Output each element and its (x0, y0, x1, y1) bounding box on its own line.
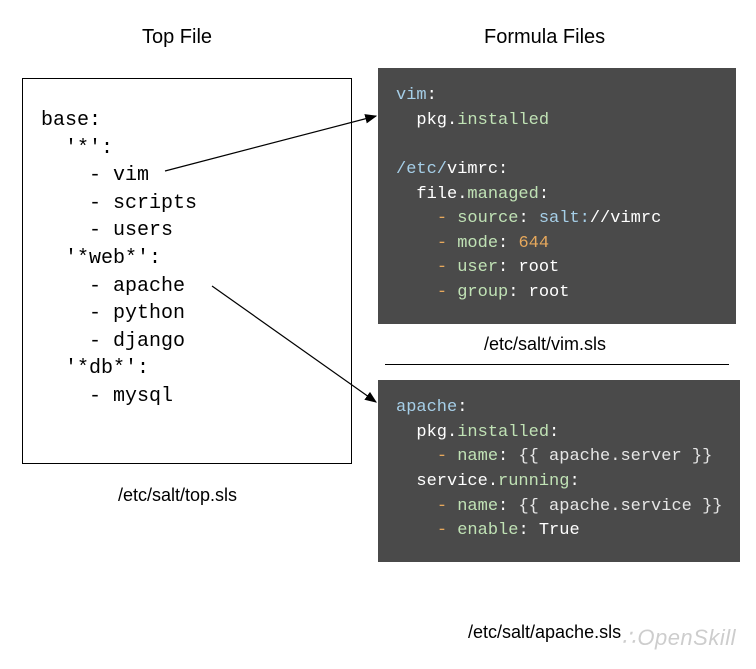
caption-top-sls: /etc/salt/top.sls (118, 485, 237, 506)
tf-state-1-2: django (113, 330, 185, 353)
heading-formula-files: Formula Files (484, 26, 605, 49)
caption-vim-sls: /etc/salt/vim.sls (484, 334, 606, 355)
tf-state-1-0: apache (113, 275, 185, 298)
apache-enable: True (539, 521, 580, 540)
vim-user: root (518, 258, 559, 277)
tf-state-0-2: users (113, 219, 173, 242)
divider-line (385, 364, 729, 365)
tf-state-1-1: python (113, 302, 185, 325)
tf-target-1: '*web*' (65, 247, 149, 270)
watermark-text: OpenSkill (637, 625, 736, 650)
apache-sls-box: apache: pkg.installed: - name: {{ apache… (378, 380, 740, 562)
tf-state-0-1: scripts (113, 192, 197, 215)
apache-pkg-name: {{ apache.server }} (518, 447, 712, 466)
tf-target-0: '*' (65, 137, 101, 160)
vim-mode: 644 (518, 234, 549, 253)
tf-root: base (41, 109, 89, 132)
watermark: ∴OpenSkill (621, 625, 736, 651)
top-file-box: base: '*': - vim - scripts - users '*web… (22, 78, 352, 464)
heading-top-file: Top File (142, 26, 212, 49)
apache-svc-name: {{ apache.service }} (518, 497, 722, 516)
tf-state-0-0: vim (113, 164, 149, 187)
caption-apache-sls: /etc/salt/apache.sls (468, 622, 621, 643)
vim-sls-box: vim: pkg.installed /etc/vimrc: file.mana… (378, 68, 736, 324)
tf-target-2: '*db*' (65, 357, 137, 380)
tf-state-2-0: mysql (113, 385, 173, 408)
vim-group: root (529, 283, 570, 302)
